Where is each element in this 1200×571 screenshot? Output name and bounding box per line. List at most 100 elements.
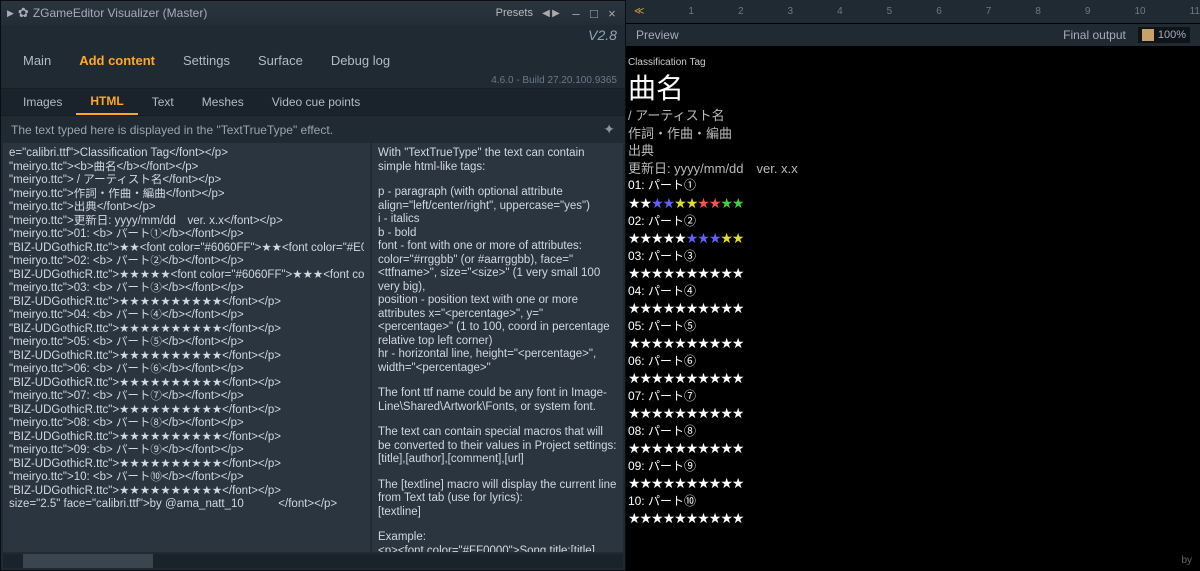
help-paragraph: Example:<p><font color="#FF0000">Song ti… bbox=[378, 531, 617, 552]
main-tab-surface[interactable]: Surface bbox=[244, 47, 317, 74]
artist-name: / アーティスト名 bbox=[628, 107, 1198, 125]
timeline-start-icon[interactable]: ≪ bbox=[634, 6, 644, 17]
code-line[interactable]: "meiryo.ttc">更新日: yyyy/mm/dd ver. x.x</f… bbox=[9, 215, 364, 229]
code-line[interactable]: "BIZ-UDGothicR.ttc">★★★★★★★★★★</font></p… bbox=[9, 323, 364, 337]
part-stars: ★★★★★★★★★★ bbox=[628, 264, 1198, 283]
timeline-ruler[interactable]: ≪ 1 2 3 4 5 6 7 8 9 10 11 bbox=[626, 0, 1200, 24]
gear-icon[interactable]: ✿ bbox=[18, 5, 29, 21]
code-line[interactable]: "meiryo.ttc">04: <b> パート④</b></font></p> bbox=[9, 309, 364, 323]
part-stars: ★★★★★★★★★★ bbox=[628, 369, 1198, 388]
part-label: 03: パート③ bbox=[628, 248, 1198, 264]
code-line[interactable]: "BIZ-UDGothicR.ttc">★★★★★★★★★★</font></p… bbox=[9, 296, 364, 310]
part-stars: ★★★★★★★★★★ bbox=[628, 299, 1198, 318]
code-line[interactable]: "meiryo.ttc">10: <b> パート⑩</b></font></p> bbox=[9, 471, 364, 485]
code-line[interactable]: "BIZ-UDGothicR.ttc">★★★★★★★★★★</font></p… bbox=[9, 404, 364, 418]
timeline-mark[interactable]: 9 bbox=[1085, 6, 1091, 17]
zoom-control[interactable]: 100% bbox=[1138, 27, 1190, 43]
code-line[interactable]: "meiryo.ttc">05: <b> パート⑤</b></font></p> bbox=[9, 336, 364, 350]
help-paragraph: With "TextTrueType" the text can contain… bbox=[378, 147, 617, 174]
timeline-mark[interactable]: 3 bbox=[788, 6, 794, 17]
part-label: 01: パート① bbox=[628, 177, 1198, 193]
main-tab-main[interactable]: Main bbox=[9, 47, 65, 74]
part-stars: ★★★★★★★★★★ bbox=[628, 439, 1198, 458]
sub-tab-html[interactable]: HTML bbox=[76, 89, 137, 115]
sub-tab-images[interactable]: Images bbox=[9, 90, 76, 114]
timeline-mark[interactable]: 10 bbox=[1134, 6, 1145, 17]
build-label: 4.6.0 - Build 27.20.100.9365 bbox=[491, 75, 617, 86]
code-line[interactable]: "meiryo.ttc">07: <b> パート⑦</b></font></p> bbox=[9, 390, 364, 404]
zoom-value: 100% bbox=[1158, 29, 1186, 41]
code-line[interactable]: "meiryo.ttc">作詞・作曲・編曲</font></p> bbox=[9, 188, 364, 202]
code-line[interactable]: "meiryo.ttc">出典</font></p> bbox=[9, 201, 364, 215]
part-stars: ★★★★★★★★★★ bbox=[628, 509, 1198, 528]
help-paragraph: p - paragraph (with optional attribute a… bbox=[378, 186, 617, 375]
code-line[interactable]: "BIZ-UDGothicR.ttc">★★★★★<font color="#6… bbox=[9, 269, 364, 283]
timeline-mark[interactable]: 1 bbox=[688, 6, 694, 17]
maximize-icon[interactable]: □ bbox=[587, 6, 601, 21]
code-line[interactable]: "meiryo.ttc">03: <b> パート③</b></font></p> bbox=[9, 282, 364, 296]
part-stars: ★★★★★★★★★★ bbox=[628, 404, 1198, 423]
timeline-mark[interactable]: 11 bbox=[1190, 6, 1200, 17]
main-tab-add-content[interactable]: Add content bbox=[65, 47, 169, 74]
source: 出典 bbox=[628, 142, 1198, 160]
sub-tabs: ImagesHTMLTextMeshesVideo cue points bbox=[1, 88, 625, 116]
code-line[interactable]: "BIZ-UDGothicR.ttc">★★★★★★★★★★</font></p… bbox=[9, 458, 364, 472]
part-stars: ★★★★★★★★★★ bbox=[628, 229, 1198, 248]
sub-tab-meshes[interactable]: Meshes bbox=[188, 90, 258, 114]
close-icon[interactable]: × bbox=[605, 6, 619, 21]
code-line[interactable]: "BIZ-UDGothicR.ttc">★★★★★★★★★★</font></p… bbox=[9, 485, 364, 499]
timeline-mark[interactable]: 4 bbox=[837, 6, 843, 17]
main-tab-debug-log[interactable]: Debug log bbox=[317, 47, 404, 74]
timeline-mark[interactable]: 5 bbox=[887, 6, 893, 17]
titlebar[interactable]: ▶ ✿ ZGameEditor Visualizer (Master) Pres… bbox=[1, 1, 625, 25]
timeline-mark[interactable]: 6 bbox=[936, 6, 942, 17]
timeline-mark[interactable]: 7 bbox=[986, 6, 992, 17]
html-editor[interactable]: e="calibri.ttf">Classification Tag</font… bbox=[3, 143, 370, 552]
preview-label: Preview bbox=[636, 28, 679, 42]
part-stars: ★★★★★★★★★★ bbox=[628, 334, 1198, 353]
help-paragraph: The [textline] macro will display the cu… bbox=[378, 479, 617, 520]
part-label: 02: パート② bbox=[628, 213, 1198, 229]
plugin-panel: ▶ ✿ ZGameEditor Visualizer (Master) Pres… bbox=[0, 0, 626, 571]
by-label: by bbox=[1181, 554, 1192, 568]
part-label: 09: パート⑨ bbox=[628, 458, 1198, 474]
horizontal-scrollbar[interactable] bbox=[3, 554, 623, 568]
part-label: 08: パート⑧ bbox=[628, 423, 1198, 439]
main-tab-settings[interactable]: Settings bbox=[169, 47, 244, 74]
code-line[interactable]: e="calibri.ttf">Classification Tag</font… bbox=[9, 147, 364, 161]
code-line[interactable]: "meiryo.ttc">09: <b> パート⑨</b></font></p> bbox=[9, 444, 364, 458]
timeline-mark[interactable]: 2 bbox=[738, 6, 744, 17]
presets-label: Presets bbox=[496, 7, 533, 19]
collapse-icon[interactable]: ▶ bbox=[7, 8, 14, 19]
part-label: 06: パート⑥ bbox=[628, 353, 1198, 369]
code-line[interactable]: "BIZ-UDGothicR.ttc">★★★★★★★★★★</font></p… bbox=[9, 431, 364, 445]
part-label: 10: パート⑩ bbox=[628, 493, 1198, 509]
code-line[interactable]: "meiryo.ttc"><b>曲名</b></font></p> bbox=[9, 161, 364, 175]
song-title: 曲名 bbox=[628, 70, 1198, 108]
playlist-area: ≪ 1 2 3 4 5 6 7 8 9 10 11 Preview Final output 100%… bbox=[626, 0, 1200, 571]
code-line[interactable]: "meiryo.ttc">01: <b> パート①</b></font></p> bbox=[9, 228, 364, 242]
main-tabs: MainAdd contentSettingsSurfaceDebug log bbox=[1, 45, 625, 75]
part-label: 05: パート⑤ bbox=[628, 318, 1198, 334]
sub-tab-text[interactable]: Text bbox=[138, 90, 188, 114]
code-line[interactable]: "meiryo.ttc"> / アーティスト名</font></p> bbox=[9, 174, 364, 188]
preview-header: Preview Final output 100% bbox=[626, 24, 1200, 46]
credits: 作詞・作曲・編曲 bbox=[628, 125, 1198, 143]
favorite-icon[interactable]: ✦ bbox=[603, 121, 615, 138]
part-stars: ★★★★★★★★★★ bbox=[628, 194, 1198, 213]
code-line[interactable]: size="2.5" face="calibri.ttf">by @ama_na… bbox=[9, 498, 364, 512]
code-line[interactable]: "BIZ-UDGothicR.ttc">★★★★★★★★★★</font></p… bbox=[9, 377, 364, 391]
minimize-icon[interactable]: – bbox=[569, 6, 583, 21]
code-line[interactable]: "meiryo.ttc">06: <b> パート⑥</b></font></p> bbox=[9, 363, 364, 377]
code-line[interactable]: "BIZ-UDGothicR.ttc">★★★★★★★★★★</font></p… bbox=[9, 350, 364, 364]
preset-prev-icon[interactable]: ◀ bbox=[541, 8, 551, 19]
timeline-mark[interactable]: 8 bbox=[1035, 6, 1041, 17]
code-line[interactable]: "meiryo.ttc">02: <b> パート②</b></font></p> bbox=[9, 255, 364, 269]
part-stars: ★★★★★★★★★★ bbox=[628, 474, 1198, 493]
scrollbar-thumb[interactable] bbox=[23, 554, 153, 568]
code-line[interactable]: "BIZ-UDGothicR.ttc">★★<font color="#6060… bbox=[9, 242, 364, 256]
code-line[interactable]: "meiryo.ttc">08: <b> パート⑧</b></font></p> bbox=[9, 417, 364, 431]
sub-tab-video-cue-points[interactable]: Video cue points bbox=[258, 90, 375, 114]
preset-next-icon[interactable]: ▶ bbox=[551, 8, 561, 19]
classification-tag: Classification Tag bbox=[628, 56, 1198, 70]
